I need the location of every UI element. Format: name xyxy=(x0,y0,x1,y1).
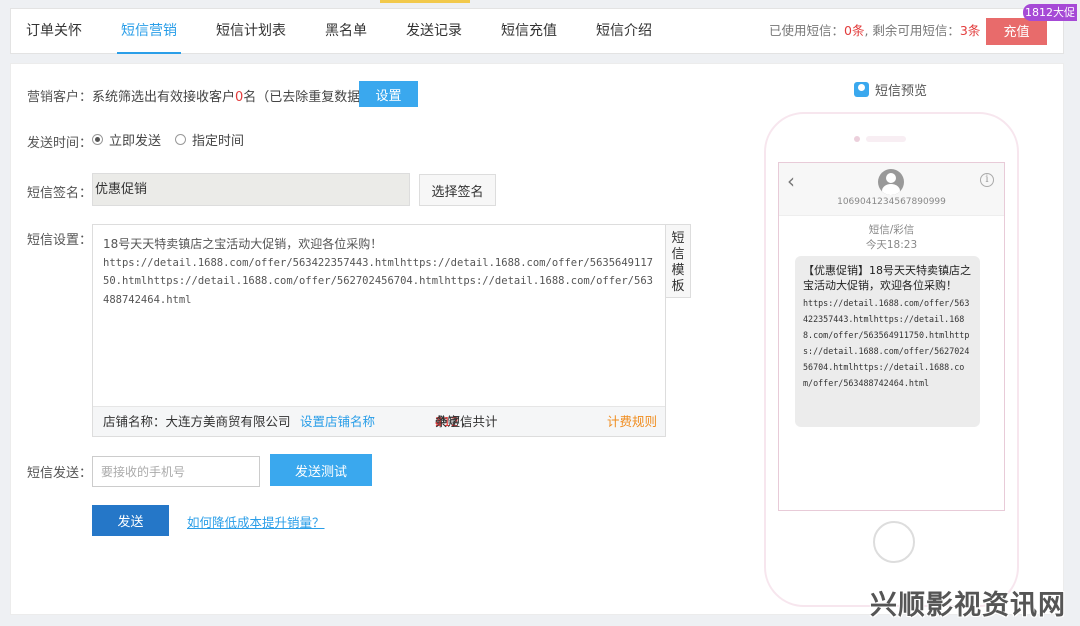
radio-scheduled-label: 指定时间 xyxy=(192,134,245,149)
message-bubble: 【优惠促销】18号天天特卖镇店之宝活动大促销，欢迎各位采购！ https://d… xyxy=(795,256,980,427)
billing-rules-link[interactable]: 计费规则 xyxy=(607,407,657,436)
radio-unchecked-icon xyxy=(175,134,186,145)
phone-mockup: ‹ 1069041234567890999 i 短信/彩信 今天18:23 【优… xyxy=(764,112,1019,607)
set-shop-name-link[interactable]: 设置店铺名称 xyxy=(300,407,375,436)
send-time-label: 发送时间： xyxy=(27,136,93,151)
tab-sms-marketing[interactable]: 短信营销 xyxy=(117,9,181,54)
help-link[interactable]: 如何降低成本提升销量？ xyxy=(187,512,325,531)
bubble-urls: https://detail.1688.com/offer/5634223574… xyxy=(803,298,970,388)
usage-middle: , 剩余可用短信： xyxy=(864,23,960,38)
sms-usage: 已使用短信：0条, 剩余可用短信：3条 xyxy=(769,9,980,53)
radio-checked-icon xyxy=(92,134,103,145)
tab-order-care[interactable]: 订单关怀 xyxy=(26,9,82,53)
send-label: 短信发送： xyxy=(27,466,93,481)
remaining-count: 3条 xyxy=(959,23,981,38)
message-footer: 店铺名称：大连方美商贸有限公司 设置店铺名称 共 212 个字，共计 4 条短信… xyxy=(93,406,665,436)
main-panel: 营销客户： 系统筛选出有效接收客户0名（已去除重复数据） 设置 发送时间： 立即… xyxy=(10,63,1064,615)
message-first-line: 18号天天特卖镇店之宝活动大促销，欢迎各位采购！ xyxy=(103,237,383,251)
shop-name: 店铺名称：大连方美商贸有限公司 xyxy=(103,414,291,429)
earpiece xyxy=(866,136,906,142)
tab-send-records[interactable]: 发送记录 xyxy=(406,9,462,53)
customer-text-a: 系统筛选出有效接收客户 xyxy=(92,90,236,105)
signature-field[interactable]: 优惠促销 xyxy=(92,173,410,206)
info-icon: i xyxy=(980,173,994,187)
preview-title-text: 短信预览 xyxy=(875,84,928,99)
preview-icon xyxy=(854,82,869,97)
customer-label: 营销客户： xyxy=(27,90,93,105)
phone-number-input[interactable] xyxy=(92,456,260,487)
phone-screen: ‹ 1069041234567890999 i 短信/彩信 今天18:23 【优… xyxy=(778,162,1005,511)
message-text[interactable]: 18号天天特卖镇店之宝活动大促销，欢迎各位采购！ https://detail.… xyxy=(103,235,658,309)
customer-summary: 系统筛选出有效接收客户0名（已去除重复数据） xyxy=(92,86,373,105)
template-button[interactable]: 短信模板 xyxy=(665,224,691,298)
usage-prefix: 已使用短信： xyxy=(769,23,845,38)
camera-icon xyxy=(854,136,860,142)
tab-sms-schedule[interactable]: 短信计划表 xyxy=(216,9,286,53)
radio-scheduled[interactable]: 指定时间 xyxy=(175,130,244,149)
tab-blacklist[interactable]: 黑名单 xyxy=(325,9,367,53)
home-button-icon xyxy=(873,521,915,563)
message-urls: https://detail.1688.com/offer/5634223574… xyxy=(103,256,653,306)
setup-button[interactable]: 设置 xyxy=(359,81,418,107)
message-type: 短信/彩信 xyxy=(868,224,915,236)
choose-signature-button[interactable]: 选择签名 xyxy=(419,174,496,206)
watermark: 兴顺影视资讯网 xyxy=(870,590,1066,621)
tab-bar: 订单关怀 短信营销 短信计划表 黑名单 发送记录 短信充值 短信介绍 已使用短信… xyxy=(10,8,1064,54)
avatar xyxy=(878,169,904,195)
promo-badge[interactable]: 1812大促 xyxy=(1023,4,1077,21)
back-icon: ‹ xyxy=(787,169,795,193)
message-settings-label: 短信设置： xyxy=(27,233,93,248)
radio-send-now[interactable]: 立即发送 xyxy=(92,130,161,149)
radio-send-now-label: 立即发送 xyxy=(109,134,162,149)
count-suffix: 条短信 xyxy=(435,414,473,429)
bubble-headline: 【优惠促销】18号天天特卖镇店之宝活动大促销，欢迎各位采购！ xyxy=(803,264,971,292)
message-editor[interactable]: 18号天天特卖镇店之宝活动大促销，欢迎各位采购！ https://detail.… xyxy=(92,224,691,437)
send-button[interactable]: 发送 xyxy=(92,505,169,536)
tab-sms-intro[interactable]: 短信介绍 xyxy=(596,9,652,53)
top-accent-line xyxy=(380,0,470,3)
send-test-button[interactable]: 发送测试 xyxy=(270,454,372,486)
tab-sms-recharge[interactable]: 短信充值 xyxy=(501,9,557,53)
message-time: 今天18:23 xyxy=(865,239,918,251)
recharge-button[interactable]: 充值 xyxy=(986,18,1047,45)
conversation-header: ‹ 1069041234567890999 i xyxy=(779,163,1004,216)
used-count: 0条 xyxy=(844,23,865,38)
sender-number: 1069041234567890999 xyxy=(837,197,946,207)
customer-text-b: 名（已去除重复数据） xyxy=(243,90,374,105)
preview-title: 短信预览 xyxy=(854,80,927,99)
signature-label: 短信签名： xyxy=(27,186,93,201)
